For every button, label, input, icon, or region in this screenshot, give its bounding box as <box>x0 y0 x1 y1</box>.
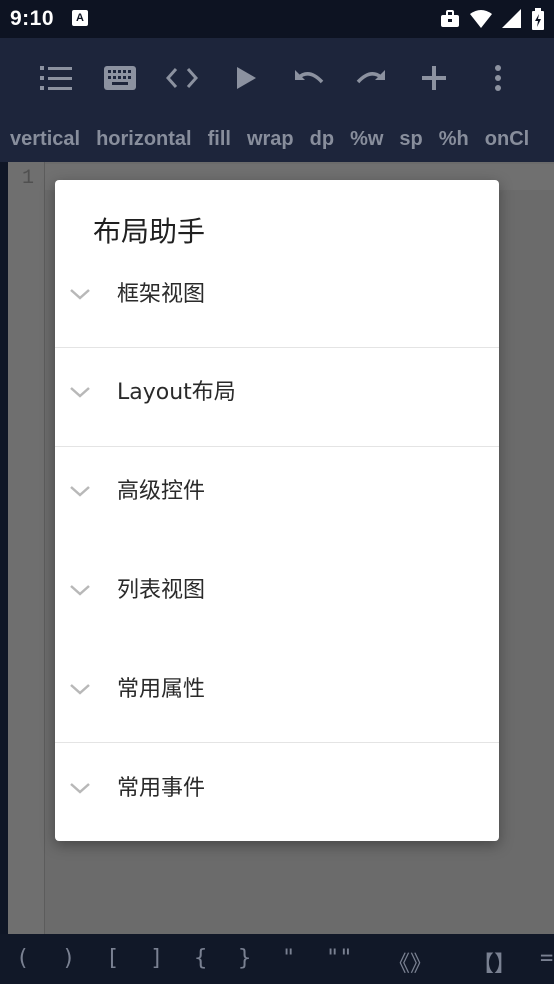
group-layout[interactable]: Layout布局 <box>55 348 499 447</box>
chevron-down-icon <box>69 582 91 596</box>
symbol-key[interactable]: ) <box>62 946 75 971</box>
list-icon <box>40 65 72 95</box>
add-icon <box>422 66 446 94</box>
keyboard-button[interactable] <box>98 58 142 102</box>
group-label: 常用事件 <box>117 776 206 801</box>
keyboard-icon <box>104 66 136 94</box>
group-label: 列表视图 <box>117 578 206 603</box>
symbol-key[interactable]: [ <box>106 946 119 971</box>
group-advanced-widgets[interactable]: 高级控件 <box>55 447 499 546</box>
symbol-key[interactable]: { <box>194 946 207 971</box>
code-icon <box>165 67 199 93</box>
symbol-bar: ( ) [ ] { } " "" 《》 【】 = <box>0 934 554 984</box>
group-list-views[interactable]: 列表视图 <box>55 546 499 645</box>
symbol-key[interactable]: " <box>282 946 295 971</box>
symbol-key[interactable]: = <box>540 946 553 971</box>
status-bar: 9:10 A <box>0 0 554 38</box>
group-common-events[interactable]: 常用事件 <box>55 744 499 843</box>
redo-icon <box>355 68 389 92</box>
notification-badge: A <box>72 10 88 26</box>
snippet-fill[interactable]: fill <box>208 120 231 158</box>
snippet-vertical[interactable]: vertical <box>10 120 80 158</box>
group-label: Layout布局 <box>117 380 236 405</box>
wifi-icon <box>470 9 492 33</box>
layout-assistant-dialog: 布局助手 框架视图 Layout布局 高级控件 列表视图 常用属性 常用事件 <box>55 180 499 841</box>
status-icons <box>440 8 544 34</box>
more-options-button[interactable] <box>476 58 520 102</box>
editor-toolbar <box>0 38 554 120</box>
redo-button[interactable] <box>350 58 394 102</box>
battery-charging-icon <box>532 8 544 34</box>
chevron-down-icon <box>69 286 91 300</box>
snippet-bar: vertical horizontal fill wrap dp %w sp %h onCl <box>0 120 554 162</box>
symbol-key[interactable]: "" <box>326 946 353 971</box>
undo-icon <box>291 68 325 92</box>
group-label: 常用属性 <box>117 677 206 702</box>
group-label: 框架视图 <box>117 282 206 307</box>
snippet-horizontal[interactable]: horizontal <box>96 120 192 158</box>
symbol-key[interactable]: 《》 <box>388 946 432 978</box>
list-button[interactable] <box>34 58 78 102</box>
snippet-wrap[interactable]: wrap <box>247 120 294 158</box>
line-number-gutter: 1 <box>8 162 45 934</box>
more-vert-icon <box>494 65 502 95</box>
symbol-key[interactable]: ] <box>150 946 163 971</box>
dialog-title: 布局助手 <box>93 215 206 248</box>
run-button[interactable] <box>224 58 268 102</box>
play-icon <box>235 66 257 94</box>
divider <box>55 742 499 743</box>
briefcase-icon <box>440 9 460 33</box>
chevron-down-icon <box>69 780 91 794</box>
undo-button[interactable] <box>286 58 330 102</box>
symbol-key[interactable]: 【】 <box>472 946 516 978</box>
snippet-percent-h[interactable]: %h <box>439 120 469 158</box>
chevron-down-icon <box>69 483 91 497</box>
signal-icon <box>502 9 522 33</box>
chevron-down-icon <box>69 681 91 695</box>
symbol-key[interactable]: ( <box>16 946 29 971</box>
group-label: 高级控件 <box>117 479 206 504</box>
code-button[interactable] <box>160 58 204 102</box>
add-button[interactable] <box>412 58 456 102</box>
snippet-percent-w[interactable]: %w <box>350 120 383 158</box>
chevron-down-icon <box>69 384 91 398</box>
snippet-sp[interactable]: sp <box>399 120 422 158</box>
group-common-attributes[interactable]: 常用属性 <box>55 645 499 744</box>
group-frame-views[interactable]: 框架视图 <box>55 250 499 349</box>
status-time: 9:10 <box>10 7 55 30</box>
snippet-onclick[interactable]: onCl <box>485 120 529 158</box>
symbol-key[interactable]: } <box>238 946 251 971</box>
snippet-dp[interactable]: dp <box>310 120 334 158</box>
line-number: 1 <box>22 167 35 190</box>
